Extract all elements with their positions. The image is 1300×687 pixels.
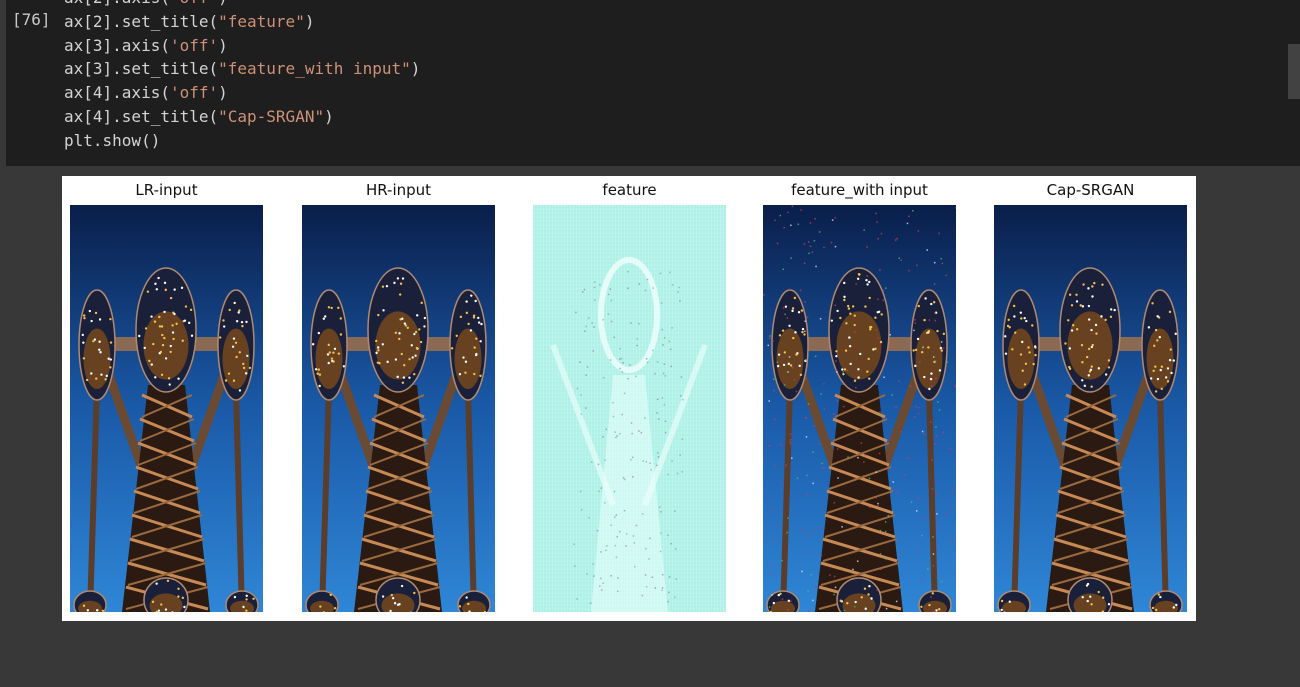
code-token: ax[4].set_title( bbox=[64, 106, 219, 126]
panel-title: feature_with input bbox=[791, 181, 928, 199]
notebook-page: [76] ax[2].axis('off')ax[2].set_title("f… bbox=[0, 0, 1300, 687]
panel-image bbox=[763, 205, 956, 612]
panel-image bbox=[70, 205, 263, 612]
code-string-token: 'off' bbox=[169, 35, 219, 55]
code-token: ax[4].axis( bbox=[64, 83, 170, 103]
code-string-token: "feature_with input" bbox=[218, 59, 411, 79]
code-line: ax[3].set_title("feature_with input") bbox=[64, 57, 420, 81]
code-string-token: 'off' bbox=[170, 0, 218, 7]
code-token: ax[3].axis( bbox=[64, 35, 170, 55]
code-editor[interactable]: ax[2].axis('off')ax[2].set_title("featur… bbox=[64, 0, 420, 153]
code-string-token: "Cap-SRGAN" bbox=[218, 106, 325, 126]
panel-image-svg bbox=[302, 205, 495, 612]
scrollbar-thumb[interactable] bbox=[1288, 44, 1300, 99]
panel-image bbox=[302, 205, 495, 612]
code-line: ax[2].set_title("feature") bbox=[64, 10, 420, 34]
panel-title: Cap-SRGAN bbox=[1046, 181, 1135, 199]
code-line: ax[2].axis('off') bbox=[64, 0, 420, 10]
panel-image-svg bbox=[763, 205, 956, 612]
code-token: ) bbox=[304, 11, 315, 31]
panel-image-svg bbox=[70, 205, 263, 612]
code-line: plt.show() bbox=[64, 129, 420, 153]
panel-title: HR-input bbox=[365, 181, 432, 199]
code-token: ) bbox=[218, 35, 228, 55]
code-line: ax[3].axis('off') bbox=[64, 34, 420, 58]
code-cell[interactable]: [76] ax[2].axis('off')ax[2].set_title("f… bbox=[6, 0, 1300, 166]
panel-image bbox=[533, 205, 726, 612]
code-token: plt.show() bbox=[64, 130, 161, 150]
code-token: ) bbox=[324, 106, 334, 126]
code-token: ) bbox=[410, 59, 421, 79]
code-token: ) bbox=[218, 0, 228, 7]
execution-count: [76] bbox=[12, 10, 51, 29]
panel-title: LR-input bbox=[135, 181, 198, 199]
code-line: ax[4].set_title("Cap-SRGAN") bbox=[64, 105, 420, 129]
code-string-token: "feature" bbox=[218, 11, 305, 31]
code-token: ax[3].set_title( bbox=[64, 59, 219, 79]
code-token: ax[2].set_title( bbox=[64, 11, 219, 31]
code-token: ) bbox=[218, 83, 228, 103]
code-line: ax[4].axis('off') bbox=[64, 81, 420, 105]
code-string-token: 'off' bbox=[169, 83, 219, 103]
panel-image-svg bbox=[533, 205, 726, 612]
panel-title: feature bbox=[602, 181, 657, 199]
output-figure: LR-input HR-input feature feature_with inpu… bbox=[62, 176, 1196, 621]
code-token: ax[2].axis( bbox=[64, 0, 170, 7]
panel-image-svg bbox=[994, 205, 1187, 612]
panel-image bbox=[994, 205, 1187, 612]
